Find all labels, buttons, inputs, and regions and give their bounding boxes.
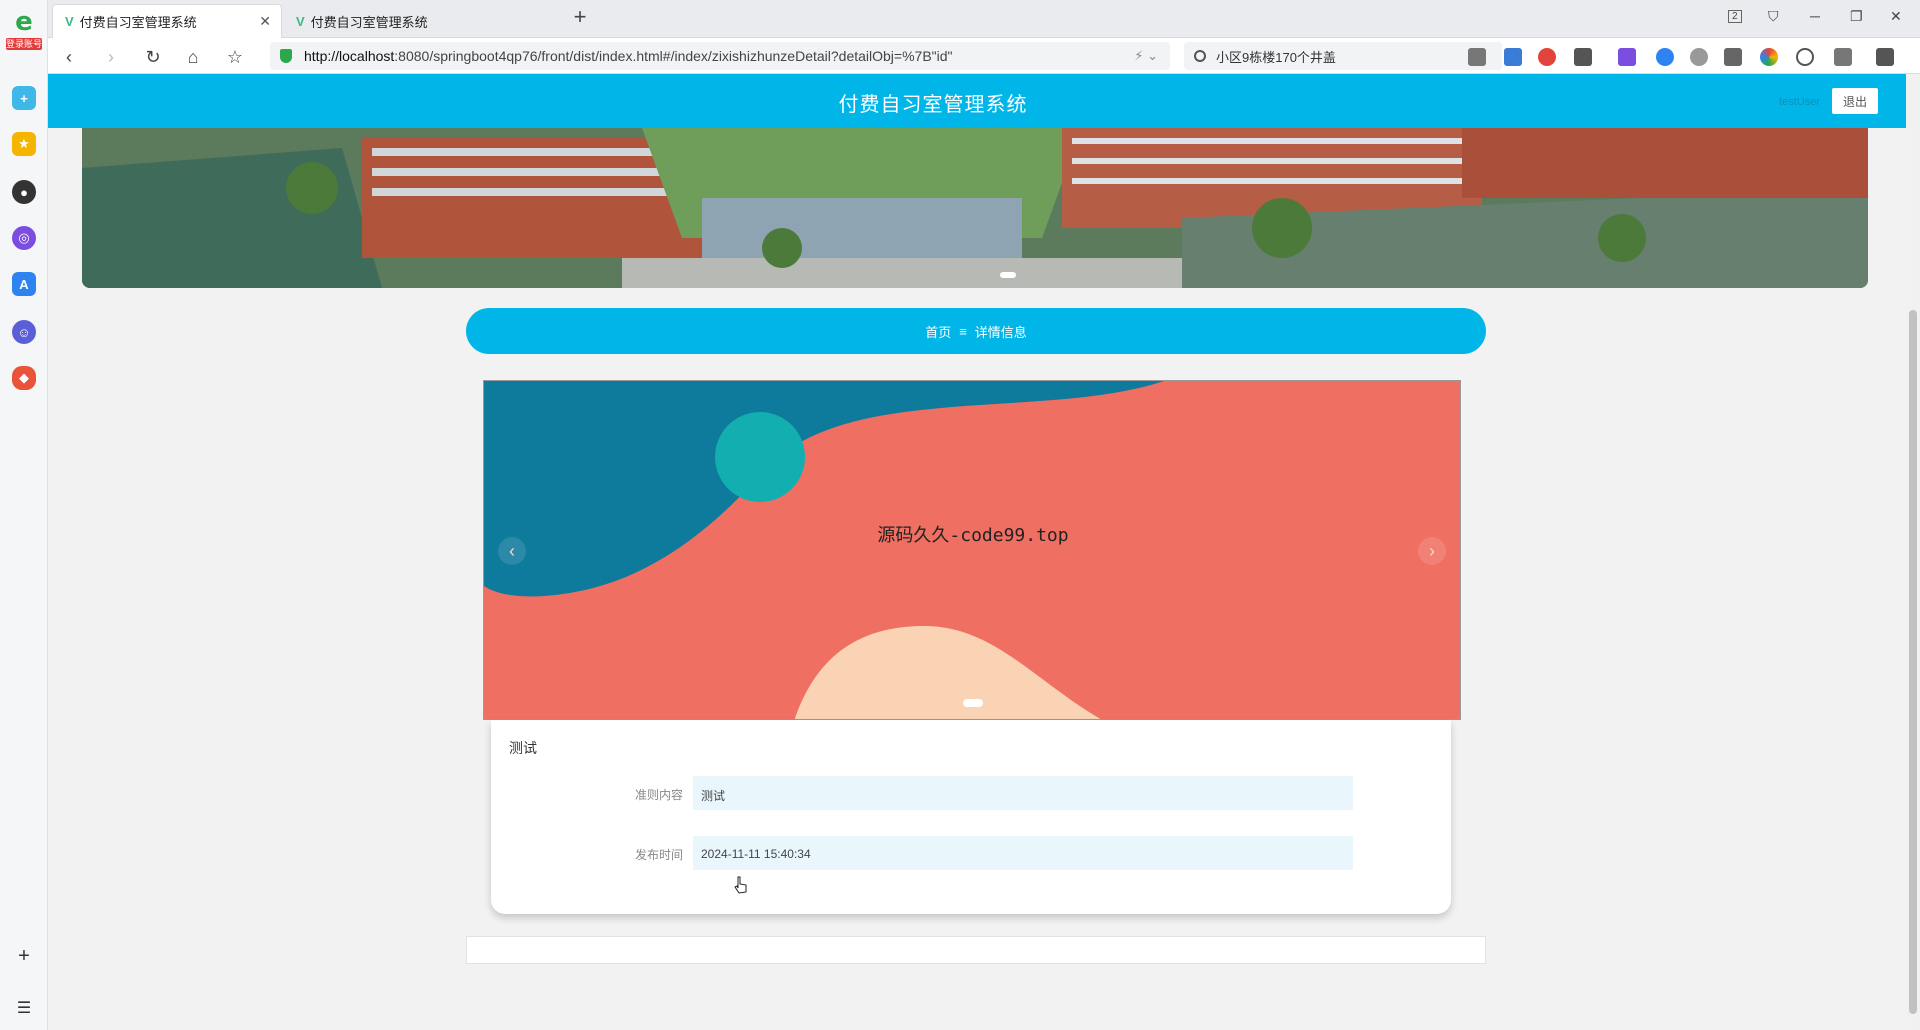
campus-banner-image (82, 128, 1868, 288)
weibo-icon[interactable] (1538, 48, 1556, 66)
translate-icon[interactable] (1618, 48, 1636, 66)
login-account-tag: 登录账号 (6, 38, 43, 50)
robot-icon[interactable]: ☺ (12, 320, 36, 344)
undo-icon[interactable] (1834, 48, 1852, 66)
home-icon[interactable]: ⌂ (182, 46, 204, 68)
tab-bar: V 付费自习室管理系统 ✕ V 付费自习室管理系统 + 2 ⛉ ─ ❐ ✕ (48, 0, 1920, 38)
tab-label: 付费自习室管理系统 (79, 15, 197, 30)
url-dropdown-icon[interactable]: ⚡ ⌄ (1134, 48, 1158, 64)
gamepad-icon[interactable]: ◆ (12, 366, 36, 390)
vue-favicon-icon: V (296, 13, 305, 29)
scrollbar-thumb[interactable] (1909, 310, 1917, 1014)
site-header: 付费自习室管理系统 testUser 退出 (48, 74, 1906, 128)
breadcrumb: 首页 ≡ 详情信息 (466, 308, 1486, 354)
new-tab-button[interactable]: + (568, 6, 592, 30)
navigation-bar: ‹ › ↻ ⌂ ☆ http://localhost:8080/springbo… (48, 38, 1920, 74)
vue-favicon-icon: V (65, 14, 74, 29)
url-text: http://localhost:8080/springboot4qp76/fr… (304, 48, 953, 64)
username[interactable]: testUser (1779, 96, 1820, 108)
star-favorites-icon[interactable]: ★ (12, 132, 36, 156)
add-icon[interactable]: + (12, 944, 36, 968)
restore-icon[interactable]: ❐ (1850, 8, 1863, 25)
pagination-container (466, 936, 1486, 964)
account-icon[interactable] (1690, 48, 1708, 66)
tab-label: 付费自习室管理系统 (310, 14, 428, 30)
magnifier-tool-icon[interactable] (1656, 48, 1674, 66)
campus-illustration (82, 128, 1868, 288)
field-row-publish-time: 发布时间 2024-11-11 15:40:34 (491, 836, 1451, 870)
web-page: 付费自习室管理系统 testUser 退出 首页 ≡ 详情信息 源码久久-cod… (48, 74, 1906, 1030)
browser-logo[interactable]: e 登录账号 (6, 8, 42, 58)
tab-active[interactable]: V 付费自习室管理系统 ✕ (52, 4, 282, 38)
detail-card: 测试 准则内容 测试 发布时间 2024-11-11 15:40:34 (491, 720, 1451, 914)
extensions-icon[interactable] (1468, 48, 1486, 66)
address-bar[interactable]: http://localhost:8080/springboot4qp76/fr… (270, 42, 1170, 70)
color-wheel-icon[interactable] (1760, 48, 1778, 66)
brightness-icon[interactable] (1796, 48, 1814, 66)
ai-icon[interactable]: A (12, 272, 36, 296)
main-menu-icon[interactable] (1876, 48, 1894, 66)
apps-grid-icon[interactable] (1724, 48, 1742, 66)
page-scrollbar[interactable] (1906, 74, 1920, 1030)
browser-left-sidebar: e 登录账号 + ★ ● ◎ A ☺ ◆ + ☰ (0, 0, 48, 1030)
search-text: 小区9栋楼170个井盖 (1216, 49, 1336, 65)
close-window-icon[interactable]: ✕ (1890, 8, 1902, 25)
breadcrumb-separator-icon: ≡ (959, 323, 967, 339)
mail-icon[interactable] (1504, 48, 1522, 66)
game-controller-icon[interactable]: ● (12, 180, 36, 204)
search-box[interactable]: 小区9栋楼170个井盖 (1184, 42, 1502, 70)
back-icon[interactable]: ‹ (58, 46, 80, 68)
carousel-indicator[interactable] (963, 699, 983, 707)
field-value-publish-time: 2024-11-11 15:40:34 (693, 836, 1353, 870)
carousel-slide-image (484, 381, 1460, 719)
tab-count-badge[interactable]: 2 (1728, 10, 1742, 23)
bookmark-star-icon[interactable]: ☆ (224, 46, 246, 68)
field-label: 准则内容 (634, 788, 683, 802)
carousel-caption: 源码久久-code99.top (877, 525, 1069, 546)
carousel-next-button[interactable]: › (1418, 537, 1446, 565)
breadcrumb-current: 详情信息 (974, 324, 1027, 340)
tab-inactive[interactable]: V 付费自习室管理系统 (284, 4, 514, 38)
minimize-icon[interactable]: ─ (1810, 8, 1820, 24)
carousel-prev-button[interactable]: ‹ (498, 537, 526, 565)
menu-list-icon[interactable]: ☰ (12, 996, 36, 1020)
search-icon (1194, 50, 1206, 62)
scissors-icon[interactable] (1574, 48, 1592, 66)
close-tab-icon[interactable]: ✕ (259, 13, 271, 30)
logout-button[interactable]: 退出 (1832, 88, 1878, 114)
field-row-content: 准则内容 测试 (491, 776, 1451, 810)
browser-logo-letter: e (15, 7, 33, 37)
reload-icon[interactable]: ↻ (142, 46, 164, 68)
security-shield-icon (280, 49, 292, 63)
detail-title: 测试 (509, 740, 537, 756)
plus-app-icon[interactable]: + (12, 86, 36, 110)
breadcrumb-home-link[interactable]: 首页 (925, 322, 951, 341)
shirt-icon[interactable]: ⛉ (1768, 8, 1779, 25)
ai-assistant-icon[interactable]: ◎ (12, 226, 36, 250)
field-value-content: 测试 (693, 776, 1353, 810)
forward-icon[interactable]: › (100, 46, 122, 68)
image-carousel[interactable]: 源码久久-code99.top ‹ › (483, 380, 1461, 720)
site-title: 付费自习室管理系统 (838, 94, 1028, 116)
hand-cursor-icon (734, 876, 747, 894)
field-label: 发布时间 (634, 848, 683, 862)
